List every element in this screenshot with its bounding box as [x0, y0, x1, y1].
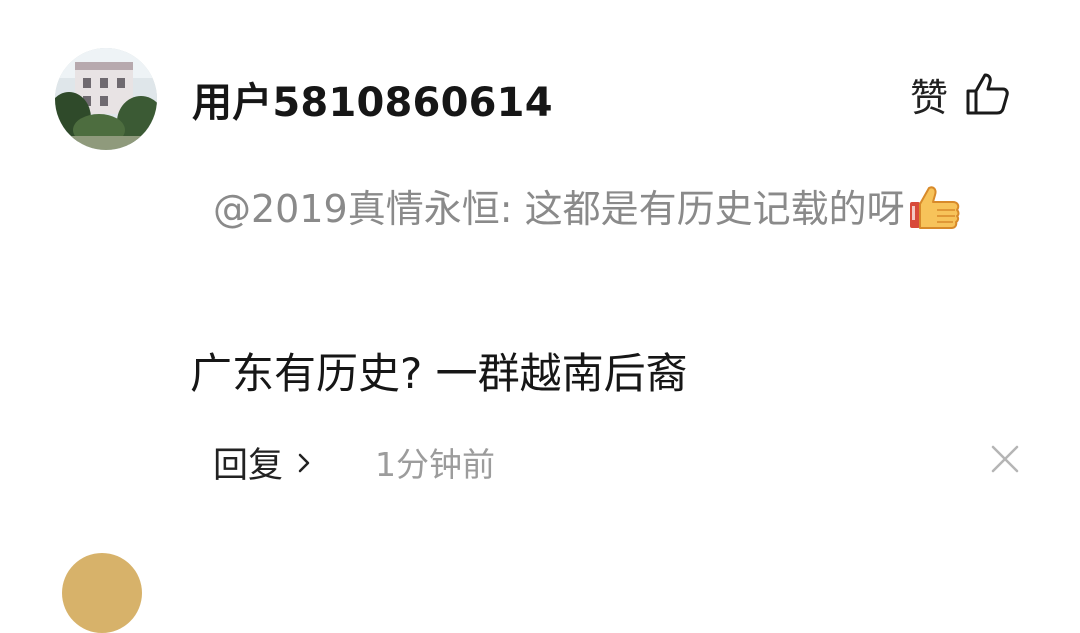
like-label: 赞: [910, 75, 949, 120]
timestamp: 1分钟前: [375, 445, 495, 484]
reply-button[interactable]: 回复: [213, 437, 313, 488]
username[interactable]: 用户5810860614: [192, 70, 553, 128]
reply-label: 回复: [213, 446, 284, 486]
quoted-reply: @2019真情永恒: 这都是有历史记载的呀: [213, 180, 1013, 238]
close-icon[interactable]: [990, 444, 1020, 474]
thumbs-up-icon: [966, 73, 1009, 115]
comment-text: 广东有历史? 一群越南后裔: [190, 349, 688, 398]
quoted-reply-text: @2019真情永恒: 这都是有历史记载的呀: [213, 187, 905, 231]
avatar-image: [55, 48, 157, 150]
thumbs-up-emoji-icon: [907, 182, 963, 232]
avatar[interactable]: [55, 48, 157, 150]
like-button[interactable]: 赞: [910, 68, 1010, 120]
next-comment-avatar[interactable]: [62, 553, 142, 633]
comment-card: 用户5810860614 赞 @2019真情永恒: 这都是有历史记载的呀 广东有…: [0, 0, 1080, 633]
chevron-right-icon: [298, 453, 310, 472]
